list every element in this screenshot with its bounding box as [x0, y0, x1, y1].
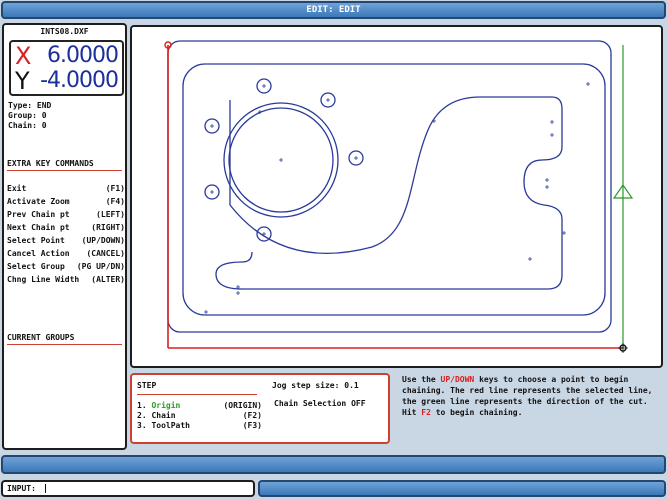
step-heading: STEP [137, 381, 157, 390]
cmd-select-group: Select Group (PG UP/DN) [7, 262, 125, 271]
y-axis-value: -4.0000 [40, 68, 119, 93]
jog-step-size: Jog step size: 0.1 [272, 381, 359, 390]
help-text: Use the UP/DOWN keys to choose a point t… [402, 375, 653, 417]
cmd-prev-chain-pt: Prev Chain pt (LEFT) [7, 210, 125, 219]
x-axis-label: X [15, 42, 32, 70]
cursor-crosshair-icon [618, 343, 628, 353]
input-field[interactable]: INPUT: [1, 480, 255, 497]
cmd-chng-line-width: Chng Line Width (ALTER) [7, 275, 125, 284]
step-origin[interactable]: 1. Origin (ORIGIN) [137, 401, 262, 410]
chain-selection-status: Chain Selection OFF [274, 399, 366, 408]
window-title: EDIT: EDIT [306, 5, 361, 15]
status-bar [1, 455, 666, 474]
cmd-next-chain-pt: Next Chain pt (RIGHT) [7, 223, 125, 232]
message-bar [258, 480, 666, 497]
inner-pocket-profile [215, 96, 563, 290]
drawing-canvas[interactable] [130, 25, 663, 368]
group-info: Group: 0 [8, 111, 47, 120]
cmd-cancel-action: Cancel Action (CANCEL) [7, 249, 125, 258]
step-divider [137, 394, 257, 395]
step-box: STEP Jog step size: 0.1 1. Origin (ORIGIN… [130, 373, 390, 444]
info-area: STEP Jog step size: 0.1 1. Origin (ORIGIN… [130, 370, 663, 450]
title-bar: EDIT: EDIT [1, 1, 666, 19]
point-markers [204, 82, 590, 314]
current-groups-heading: CURRENT GROUPS [7, 333, 122, 345]
y-axis-label: Y [15, 67, 30, 95]
position-display: X 6.0000 Y -4.0000 [9, 40, 124, 96]
chain-info: Chain: 0 [8, 121, 47, 130]
x-axis-value: 6.0000 [47, 43, 119, 68]
extra-key-commands-heading: EXTRA KEY COMMANDS [7, 159, 122, 171]
type-info: Type: END [8, 101, 52, 110]
cmd-activate-zoom: Activate Zoom (F4) [7, 197, 125, 206]
file-name: INTS08.DXF [40, 27, 89, 36]
step-chain[interactable]: 2. Chain (F2) [137, 411, 262, 420]
cmd-select-point: Select Point (UP/DOWN) [7, 236, 125, 245]
part-drawing [164, 40, 634, 353]
step-toolpath[interactable]: 3. ToolPath (F3) [137, 421, 262, 430]
cmd-exit: Exit (F1) [7, 184, 125, 193]
inner-profile-frame [182, 63, 606, 316]
input-label: INPUT: [7, 484, 36, 493]
text-cursor [45, 484, 46, 493]
left-panel: INTS08.DXF X 6.0000 Y -4.0000 Type: END … [2, 23, 127, 450]
